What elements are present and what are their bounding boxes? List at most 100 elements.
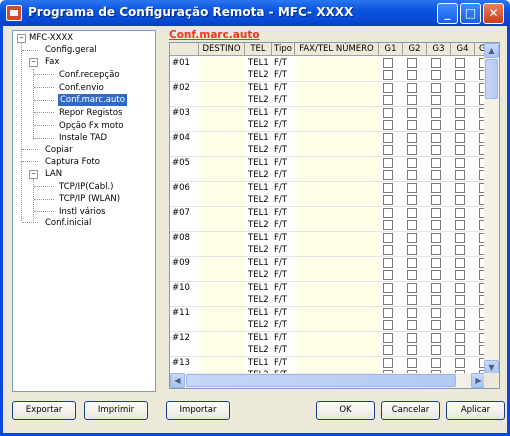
- group-2-checkbox[interactable]: [407, 245, 417, 255]
- group-3-checkbox[interactable]: [431, 108, 441, 118]
- collapse-root-icon[interactable]: –: [17, 34, 26, 43]
- destino-cell[interactable]: [199, 144, 245, 156]
- group-1-checkbox[interactable]: [383, 183, 393, 193]
- group-2-checkbox[interactable]: [407, 170, 417, 180]
- minimize-button[interactable]: _: [437, 3, 458, 24]
- group-2-checkbox[interactable]: [407, 95, 417, 105]
- imprimir-button[interactable]: Imprimir: [84, 401, 148, 420]
- tree-item-fax[interactable]: Fax: [45, 56, 59, 68]
- tree-item-copiar[interactable]: Copiar: [45, 144, 73, 156]
- group-4-checkbox[interactable]: [455, 245, 465, 255]
- group-3-checkbox[interactable]: [431, 270, 441, 280]
- tree-item-conf-envio[interactable]: Conf.envio: [59, 82, 104, 94]
- vertical-scroll-thumb[interactable]: [485, 59, 498, 99]
- destino-cell[interactable]: [199, 294, 245, 306]
- tipo-cell[interactable]: F/T: [274, 132, 287, 144]
- collapse-lan-icon[interactable]: –: [29, 170, 38, 179]
- fax-number-cell[interactable]: [295, 319, 379, 331]
- group-1-checkbox[interactable]: [383, 283, 393, 293]
- group-3-checkbox[interactable]: [431, 283, 441, 293]
- column-header-fax-tel-numero[interactable]: FAX/TEL NÚMERO: [295, 43, 379, 56]
- tree-item-conf-recepcao[interactable]: Conf.recepção: [59, 69, 120, 81]
- group-2-checkbox[interactable]: [407, 233, 417, 243]
- group-1-checkbox[interactable]: [383, 345, 393, 355]
- tree-item-opcao-fx-moto[interactable]: Opção Fx moto: [59, 120, 124, 132]
- tree-item-conf-marc-auto[interactable]: Conf.marc.auto: [58, 94, 127, 106]
- group-1-checkbox[interactable]: [383, 58, 393, 68]
- group-1-checkbox[interactable]: [383, 358, 393, 368]
- group-1-checkbox[interactable]: [383, 70, 393, 80]
- group-1-checkbox[interactable]: [383, 258, 393, 268]
- group-4-checkbox[interactable]: [455, 333, 465, 343]
- group-4-checkbox[interactable]: [455, 258, 465, 268]
- fax-number-cell[interactable]: [295, 194, 379, 206]
- group-4-checkbox[interactable]: [455, 270, 465, 280]
- fax-number-cell[interactable]: [295, 169, 379, 181]
- fax-number-cell[interactable]: [295, 344, 379, 356]
- group-2-checkbox[interactable]: [407, 158, 417, 168]
- group-2-checkbox[interactable]: [407, 308, 417, 318]
- group-4-checkbox[interactable]: [455, 345, 465, 355]
- group-1-checkbox[interactable]: [383, 220, 393, 230]
- tipo-cell[interactable]: F/T: [274, 244, 287, 256]
- aplicar-button[interactable]: Aplicar: [446, 401, 505, 420]
- fax-number-cell[interactable]: [295, 144, 379, 156]
- tipo-cell[interactable]: F/T: [274, 357, 287, 369]
- fax-number-cell[interactable]: [295, 332, 379, 344]
- group-1-checkbox[interactable]: [383, 133, 393, 143]
- destino-cell[interactable]: [199, 182, 245, 194]
- tipo-cell[interactable]: F/T: [274, 307, 287, 319]
- tipo-cell[interactable]: F/T: [274, 107, 287, 119]
- tree-item-conf-inicial[interactable]: Conf.inicial: [45, 217, 91, 229]
- group-4-checkbox[interactable]: [455, 83, 465, 93]
- destino-cell[interactable]: [199, 244, 245, 256]
- tree-item-repor-registos[interactable]: Repor Registos: [59, 107, 122, 119]
- horizontal-scroll-thumb[interactable]: [186, 374, 456, 387]
- column-header-tipo[interactable]: Tipo: [272, 43, 295, 56]
- group-3-checkbox[interactable]: [431, 245, 441, 255]
- group-4-checkbox[interactable]: [455, 133, 465, 143]
- group-4-checkbox[interactable]: [455, 70, 465, 80]
- destino-cell[interactable]: [199, 232, 245, 244]
- group-4-checkbox[interactable]: [455, 58, 465, 68]
- close-button[interactable]: ✕: [483, 3, 504, 24]
- group-4-checkbox[interactable]: [455, 120, 465, 130]
- group-2-checkbox[interactable]: [407, 333, 417, 343]
- destino-cell[interactable]: [199, 194, 245, 206]
- fax-number-cell[interactable]: [295, 94, 379, 106]
- group-2-checkbox[interactable]: [407, 345, 417, 355]
- group-3-checkbox[interactable]: [431, 183, 441, 193]
- destino-cell[interactable]: [199, 119, 245, 131]
- column-header-g1[interactable]: G1: [379, 43, 403, 56]
- group-1-checkbox[interactable]: [383, 320, 393, 330]
- group-4-checkbox[interactable]: [455, 183, 465, 193]
- destino-cell[interactable]: [199, 344, 245, 356]
- fax-number-cell[interactable]: [295, 57, 379, 69]
- fax-number-cell[interactable]: [295, 307, 379, 319]
- group-2-checkbox[interactable]: [407, 195, 417, 205]
- column-header-destino[interactable]: DESTINO: [199, 43, 245, 56]
- destino-cell[interactable]: [199, 319, 245, 331]
- tipo-cell[interactable]: F/T: [274, 69, 287, 81]
- group-3-checkbox[interactable]: [431, 333, 441, 343]
- group-2-checkbox[interactable]: [407, 108, 417, 118]
- group-3-checkbox[interactable]: [431, 70, 441, 80]
- tipo-cell[interactable]: F/T: [274, 294, 287, 306]
- tree-item-tcpip-cabl[interactable]: TCP/IP(Cabl.): [59, 181, 114, 193]
- group-2-checkbox[interactable]: [407, 320, 417, 330]
- group-1-checkbox[interactable]: [383, 308, 393, 318]
- destino-cell[interactable]: [199, 82, 245, 94]
- group-2-checkbox[interactable]: [407, 220, 417, 230]
- destino-cell[interactable]: [199, 157, 245, 169]
- fax-number-cell[interactable]: [295, 244, 379, 256]
- fax-number-cell[interactable]: [295, 107, 379, 119]
- tipo-cell[interactable]: F/T: [274, 57, 287, 69]
- tipo-cell[interactable]: F/T: [274, 282, 287, 294]
- destino-cell[interactable]: [199, 282, 245, 294]
- destino-cell[interactable]: [199, 132, 245, 144]
- scroll-left-button[interactable]: ◀: [170, 373, 185, 388]
- group-2-checkbox[interactable]: [407, 283, 417, 293]
- destino-cell[interactable]: [199, 69, 245, 81]
- tipo-cell[interactable]: F/T: [274, 157, 287, 169]
- group-2-checkbox[interactable]: [407, 70, 417, 80]
